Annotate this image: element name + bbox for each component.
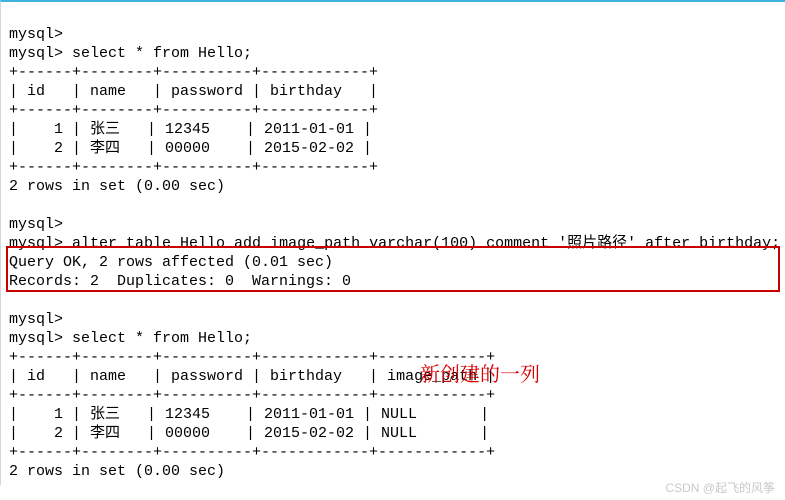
sql-query: select * from Hello; xyxy=(72,330,252,347)
table-header: | id | name | password | birthday | imag… xyxy=(9,368,495,385)
table-row: | 1 | 张三 | 12345 | 2011-01-01 | NULL | xyxy=(9,406,489,423)
table-border: +------+--------+----------+------------… xyxy=(9,64,378,81)
prompt: mysql> xyxy=(9,330,63,347)
alter-result: Query OK, 2 rows affected (0.01 sec) xyxy=(9,254,333,271)
table-row: | 1 | 张三 | 12345 | 2011-01-01 | xyxy=(9,121,372,138)
query-result: 2 rows in set (0.00 sec) xyxy=(9,463,225,480)
prompt: mysql> xyxy=(9,235,63,252)
table-border: +------+--------+----------+------------… xyxy=(9,387,495,404)
prompt: mysql> xyxy=(9,26,63,43)
alter-result: Records: 2 Duplicates: 0 Warnings: 0 xyxy=(9,273,351,290)
prompt: mysql> xyxy=(9,45,63,62)
sql-alter: alter table Hello add image_path varchar… xyxy=(72,235,780,252)
query-result: 2 rows in set (0.00 sec) xyxy=(9,178,225,195)
table-border: +------+--------+----------+------------… xyxy=(9,444,495,461)
sql-query: select * from Hello; xyxy=(72,45,252,62)
prompt: mysql> xyxy=(9,216,63,233)
table-border: +------+--------+----------+------------… xyxy=(9,159,378,176)
mysql-terminal[interactable]: mysql> mysql> select * from Hello; +----… xyxy=(0,0,785,485)
watermark: CSDN @起飞的风筝 xyxy=(665,479,775,496)
table-header: | id | name | password | birthday | xyxy=(9,83,378,100)
prompt: mysql> xyxy=(9,311,63,328)
table-row: | 2 | 李四 | 00000 | 2015-02-02 | xyxy=(9,140,372,157)
table-border: +------+--------+----------+------------… xyxy=(9,102,378,119)
table-row: | 2 | 李四 | 00000 | 2015-02-02 | NULL | xyxy=(9,425,489,442)
table-border: +------+--------+----------+------------… xyxy=(9,349,495,366)
